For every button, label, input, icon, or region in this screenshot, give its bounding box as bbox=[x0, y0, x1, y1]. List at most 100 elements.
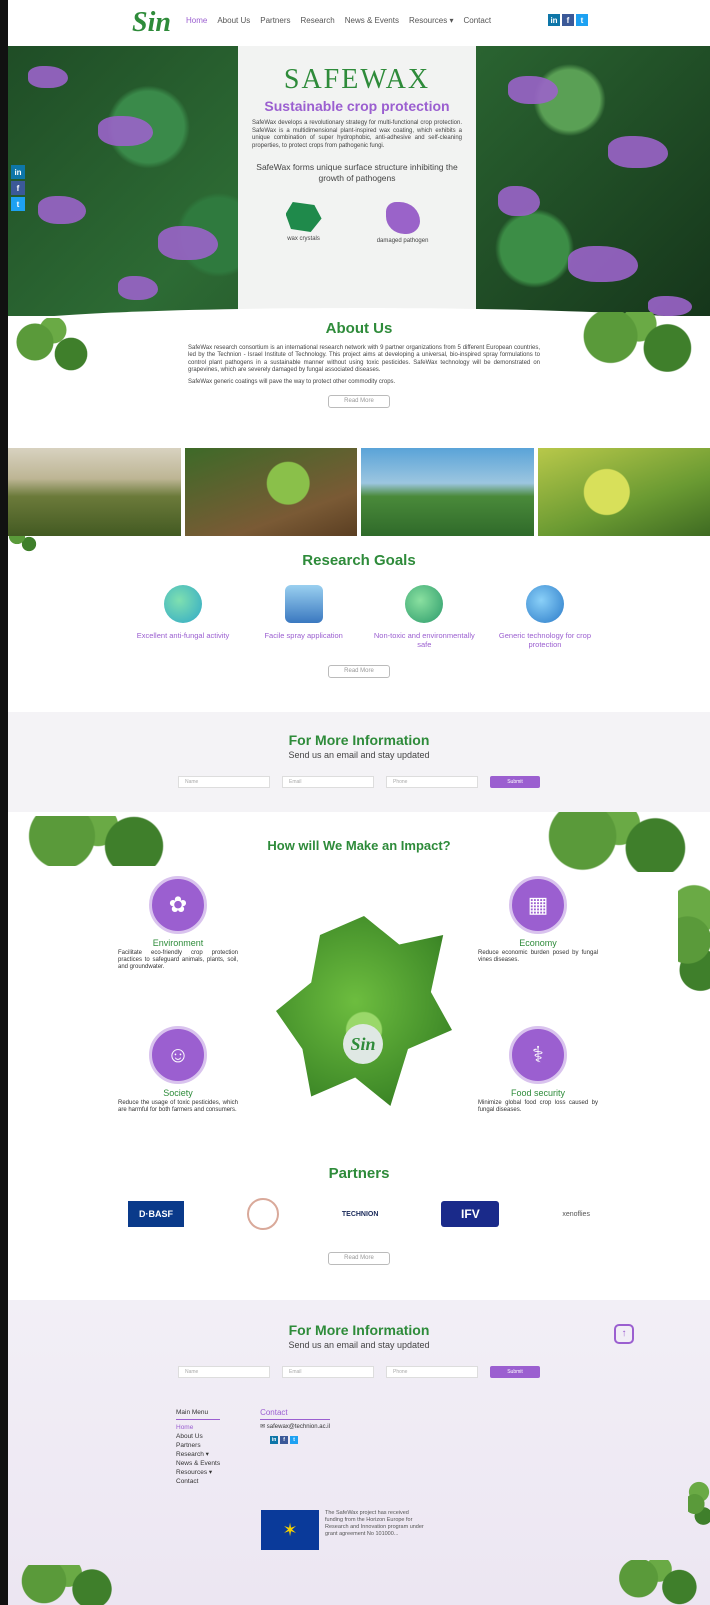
footer-link-research[interactable]: Research ▾ bbox=[176, 1450, 220, 1459]
ifv-logo[interactable]: IFV bbox=[441, 1201, 500, 1227]
footer: ↑ For More Information Send us an email … bbox=[8, 1300, 710, 1605]
goals-read-more-button[interactable]: Read More bbox=[328, 665, 390, 678]
eu-flag-icon: ✶ bbox=[261, 1510, 319, 1550]
newsletter-section: For More Information Send us an email an… bbox=[8, 712, 710, 812]
impact-environment: ✿ Environment Facilitate eco-friendly cr… bbox=[118, 876, 238, 971]
name-input[interactable]: Name bbox=[178, 776, 270, 788]
email-input[interactable]: Email bbox=[282, 776, 374, 788]
impact-food-security: ⚕ Food security Minimize global food cro… bbox=[478, 1026, 598, 1114]
leaf-logo-badge: Sin bbox=[343, 1024, 383, 1064]
footer-link-news[interactable]: News & Events bbox=[176, 1459, 220, 1468]
nav-partners[interactable]: Partners bbox=[260, 16, 290, 25]
technion-logo[interactable]: TECHNION bbox=[342, 1211, 379, 1218]
twitter-icon[interactable]: t bbox=[290, 1436, 299, 1444]
flower-blob bbox=[498, 186, 540, 216]
twitter-icon[interactable]: t bbox=[11, 197, 25, 211]
flower-blob bbox=[608, 136, 668, 168]
linkedin-icon[interactable]: in bbox=[11, 165, 25, 179]
vine-leaves-photo bbox=[537, 448, 710, 536]
environment-icon: ✿ bbox=[149, 876, 207, 934]
flower-blob bbox=[38, 196, 86, 224]
phone-input[interactable]: Phone bbox=[386, 1366, 478, 1378]
scroll-up-icon[interactable]: ↑ bbox=[614, 1324, 634, 1344]
submit-button[interactable]: Submit bbox=[490, 776, 540, 788]
footer-link-partners[interactable]: Partners bbox=[176, 1441, 220, 1450]
impact-heading: Society bbox=[163, 1088, 193, 1098]
contact-email[interactable]: ✉ safewax@technion.ac.il bbox=[260, 1423, 330, 1430]
contact-title: Contact bbox=[260, 1408, 330, 1420]
impact-heading: Environment bbox=[152, 938, 204, 948]
email-input[interactable]: Email bbox=[282, 1366, 374, 1378]
food-security-icon: ⚕ bbox=[509, 1026, 567, 1084]
xenoflies-logo[interactable]: xenoflies bbox=[562, 1211, 590, 1218]
hero-card: SAFEWAX Sustainable crop protection Safe… bbox=[238, 46, 476, 316]
hero-paragraph: SafeWax develops a revolutionary strateg… bbox=[252, 120, 462, 149]
nav-news[interactable]: News & Events bbox=[345, 16, 399, 25]
goal-item: Generic technology for crop protection bbox=[490, 585, 600, 649]
name-input[interactable]: Name bbox=[178, 1366, 270, 1378]
goal-item: Excellent anti-fungal activity bbox=[128, 585, 238, 649]
footer-columns: Main Menu Home About Us Partners Researc… bbox=[176, 1408, 330, 1486]
phone-input[interactable]: Phone bbox=[386, 776, 478, 788]
about-read-more-button[interactable]: Read More bbox=[328, 394, 390, 408]
footer-link-contact[interactable]: Contact bbox=[176, 1477, 220, 1486]
impact-text: Facilitate eco-friendly crop protection … bbox=[118, 950, 238, 970]
eu-funding-text: The SafeWax project has received funding… bbox=[325, 1510, 424, 1537]
main-menu-title: Main Menu bbox=[176, 1408, 221, 1420]
newsletter-subtitle: Send us an email and stay updated bbox=[288, 750, 430, 760]
facebook-icon[interactable]: f bbox=[280, 1436, 289, 1444]
hand-globe-icon bbox=[164, 585, 202, 623]
hero-brand: SAFEWAX bbox=[283, 64, 431, 95]
wax-crystals-item: wax crystals bbox=[285, 202, 322, 244]
partners-read-more-button[interactable]: Read More bbox=[328, 1252, 390, 1265]
linkedin-icon[interactable]: in bbox=[548, 14, 560, 26]
about-paragraph-2: SafeWax generic coatings will pave the w… bbox=[188, 378, 396, 385]
vine-decoration bbox=[8, 816, 188, 866]
hero-subtitle: Sustainable crop protection bbox=[264, 98, 450, 114]
nav-home[interactable]: Home bbox=[186, 16, 207, 25]
flower-blob bbox=[28, 66, 68, 88]
society-icon: ☺ bbox=[149, 1026, 207, 1084]
footer-link-resources[interactable]: Resources ▾ bbox=[176, 1468, 220, 1477]
footer-signup: For More Information Send us an email an… bbox=[8, 1322, 710, 1378]
nav-contact[interactable]: Contact bbox=[463, 16, 491, 25]
site-logo[interactable]: Sin bbox=[132, 6, 172, 40]
footer-link-home[interactable]: Home bbox=[176, 1423, 220, 1432]
vine-decoration bbox=[8, 318, 98, 378]
university-seal-logo[interactable] bbox=[246, 1198, 279, 1230]
damaged-pathogen-item: damaged pathogen bbox=[376, 202, 429, 244]
vine-decoration bbox=[688, 1480, 710, 1540]
basf-logo[interactable]: D·BASF bbox=[128, 1201, 184, 1227]
nav-social: in f t bbox=[548, 14, 588, 26]
spray-bottle-icon bbox=[284, 585, 323, 623]
nav-about[interactable]: About Us bbox=[217, 16, 250, 25]
wax-crystal-icon bbox=[285, 202, 322, 232]
nav-resources[interactable]: Resources ▾ bbox=[409, 16, 453, 25]
facebook-icon[interactable]: f bbox=[11, 181, 25, 195]
eu-funding: ✶ The SafeWax project has received fundi… bbox=[261, 1510, 425, 1550]
impact-heading: Food security bbox=[510, 1088, 566, 1098]
impact-economy: ▦ Economy Reduce economic burden posed b… bbox=[478, 876, 598, 964]
linkedin-icon[interactable]: in bbox=[270, 1436, 279, 1444]
flower-blob bbox=[98, 116, 153, 146]
partners-title: Partners bbox=[328, 1165, 390, 1182]
nav-research[interactable]: Research bbox=[300, 16, 334, 25]
nav-links: Home About Us Partners Research News & E… bbox=[186, 16, 491, 25]
facebook-icon[interactable]: f bbox=[562, 14, 574, 26]
submit-button[interactable]: Submit bbox=[490, 1366, 540, 1378]
impact-text: Minimize global food crop loss caused by… bbox=[478, 1100, 598, 1113]
footer-link-about[interactable]: About Us bbox=[176, 1432, 220, 1441]
impact-text: Reduce economic burden posed by fungal v… bbox=[478, 950, 598, 963]
goals-row: Excellent anti-fungal activity Facile sp… bbox=[128, 585, 600, 649]
impact-heading: Economy bbox=[519, 938, 557, 948]
research-goals-section: Research Goals Excellent anti-fungal act… bbox=[8, 552, 710, 702]
goal-label: Excellent anti-fungal activity bbox=[136, 631, 230, 640]
earth-hands-icon bbox=[405, 585, 444, 623]
goal-item: Facile spray application bbox=[249, 585, 359, 649]
footer-contact: Contact ✉ safewax@technion.ac.il in f t bbox=[260, 1408, 330, 1486]
twitter-icon[interactable]: t bbox=[576, 14, 588, 26]
goal-label: Facile spray application bbox=[264, 631, 343, 640]
footer-social: in f t bbox=[270, 1436, 330, 1444]
damaged-pathogen-label: damaged pathogen bbox=[376, 238, 429, 244]
vine-decoration bbox=[528, 812, 710, 872]
